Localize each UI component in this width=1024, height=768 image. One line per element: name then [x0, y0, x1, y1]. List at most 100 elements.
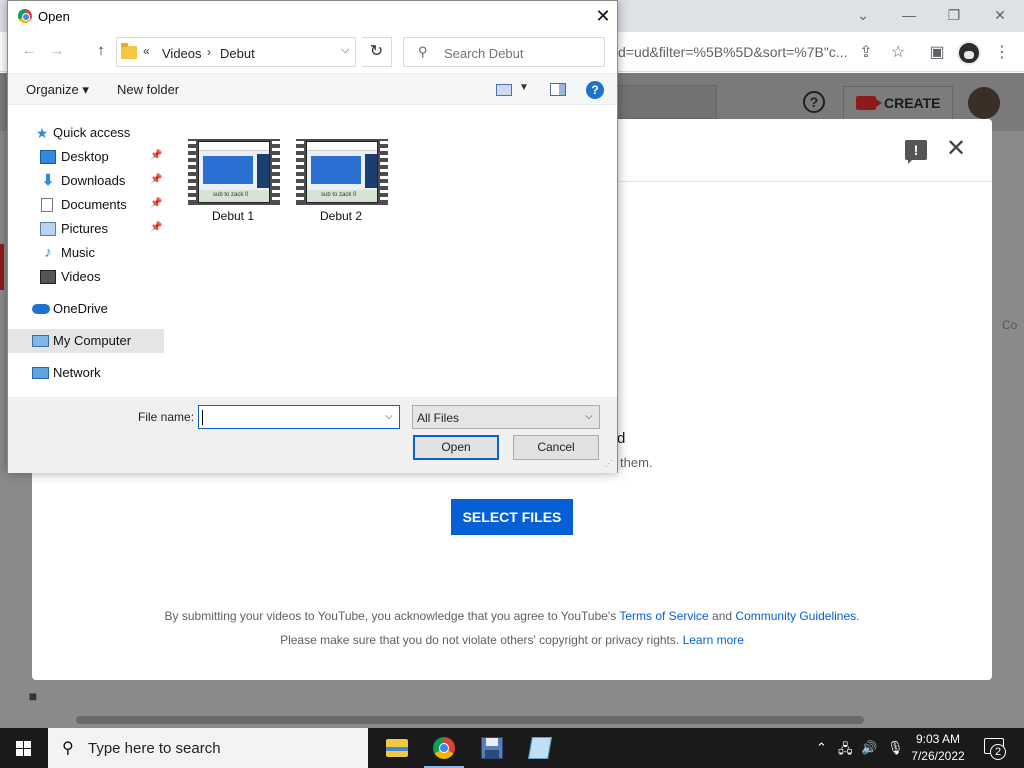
chevron-down-icon[interactable]: ⌵: [341, 44, 349, 57]
channel-avatar[interactable]: [968, 87, 1000, 119]
nav-item-quick-access[interactable]: ★ Quick access: [8, 121, 164, 145]
clock-date[interactable]: 7/26/2022: [905, 749, 971, 763]
chevron-up-icon[interactable]: ⌃: [816, 740, 827, 756]
terms-of-service-link[interactable]: Terms of Service: [619, 609, 708, 623]
nav-item-desktop[interactable]: Desktop 📌: [8, 145, 164, 169]
address-bar[interactable]: « Videos › Debut ⌵: [116, 37, 356, 67]
change-view-icon[interactable]: [496, 84, 512, 96]
bookmark-star-icon[interactable]: ☆: [887, 42, 909, 64]
command-bar: Organize ▾ New folder ▼ ?: [8, 73, 617, 105]
youtube-search-box[interactable]: [617, 85, 717, 119]
report-icon[interactable]: !: [905, 140, 927, 164]
feedback-icon[interactable]: ■: [24, 688, 42, 706]
nav-item-network[interactable]: Network: [8, 361, 164, 385]
share-icon[interactable]: ⇪: [855, 42, 877, 64]
notification-count-badge: 2: [990, 744, 1006, 760]
select-files-button[interactable]: SELECT FILES: [451, 499, 573, 535]
notepad-app-button[interactable]: [516, 728, 564, 768]
drag-and-drop-heading: d: [617, 430, 626, 447]
resize-grip-icon[interactable]: ⋰: [605, 459, 615, 469]
desktop-icon: [40, 150, 56, 164]
side-text: Co: [1002, 318, 1018, 332]
chevron-down-icon[interactable]: ⌄: [851, 4, 875, 26]
new-folder-button[interactable]: New folder: [117, 82, 179, 97]
help-icon[interactable]: ?: [586, 81, 604, 99]
dialog-title-bar[interactable]: Open ✕: [8, 1, 617, 31]
close-icon[interactable]: ✕: [944, 137, 968, 161]
clock-time[interactable]: 9:03 AM: [905, 732, 971, 746]
file-type-select[interactable]: All Files ⌵: [412, 405, 600, 429]
cancel-button[interactable]: Cancel: [513, 435, 599, 460]
file-explorer-icon: [386, 739, 408, 757]
close-icon[interactable]: ✕: [592, 5, 614, 27]
thumbnail-caption: sub to zack 0: [213, 192, 249, 198]
video-camera-icon: [856, 96, 882, 110]
network-tray-icon[interactable]: 🖧: [838, 740, 853, 762]
create-button[interactable]: CREATE: [843, 86, 953, 120]
legal-notice: By submitting your videos to YouTube, yo…: [0, 609, 1024, 623]
nav-item-documents[interactable]: Documents 📌: [8, 193, 164, 217]
nav-label: Videos: [61, 269, 101, 284]
chevron-down-icon[interactable]: ▼: [519, 82, 529, 93]
organize-button[interactable]: Organize ▾: [26, 82, 89, 98]
nav-item-pictures[interactable]: Pictures 📌: [8, 217, 164, 241]
preview-pane-icon[interactable]: [550, 83, 566, 96]
chrome-taskbar-button[interactable]: [420, 728, 468, 768]
profile-avatar[interactable]: [957, 41, 981, 65]
forward-arrow-icon[interactable]: →: [48, 42, 66, 60]
breadcrumb-item[interactable]: Videos: [162, 46, 202, 61]
file-name-input[interactable]: [203, 409, 379, 425]
side-panel-icon[interactable]: ▣: [926, 42, 948, 64]
nav-item-music[interactable]: ♪ Music: [8, 241, 164, 265]
open-file-dialog: Open ✕ ← → ↑ « Videos › Debut ⌵ ↻ ⚲ Orga…: [7, 0, 618, 473]
windows-logo-icon: [16, 741, 23, 748]
floppy-disk-icon: [481, 737, 503, 759]
up-arrow-icon[interactable]: ↑: [92, 42, 110, 60]
file-name-field[interactable]: ⌵: [198, 405, 400, 429]
open-button[interactable]: Open: [413, 435, 499, 460]
nav-item-my-computer[interactable]: My Computer: [8, 329, 164, 353]
nav-label: Downloads: [61, 173, 126, 188]
star-icon: ★: [35, 125, 49, 141]
save-app-button[interactable]: [468, 728, 516, 768]
refresh-icon[interactable]: ↻: [362, 37, 392, 67]
nav-item-downloads[interactable]: ⬇ Downloads 📌: [8, 169, 164, 193]
navigation-bar: ← → ↑ « Videos › Debut ⌵ ↻ ⚲: [8, 34, 617, 70]
file-item[interactable]: sub to zack 0 Debut 2: [293, 137, 389, 227]
help-icon[interactable]: ?: [803, 91, 825, 113]
breadcrumb-overflow[interactable]: «: [143, 44, 150, 58]
notepad-icon: [528, 737, 552, 759]
volume-icon[interactable]: 🔊: [861, 740, 877, 756]
breadcrumb-separator[interactable]: ›: [207, 45, 211, 59]
search-input[interactable]: [444, 44, 594, 62]
chrome-icon: [433, 737, 455, 759]
nav-item-onedrive[interactable]: OneDrive: [8, 297, 164, 321]
restore-icon[interactable]: ❐: [942, 4, 966, 26]
chrome-logo-icon: [18, 9, 32, 23]
back-arrow-icon[interactable]: ←: [20, 42, 38, 60]
search-box[interactable]: ⚲: [403, 37, 605, 67]
nav-item-videos[interactable]: Videos: [8, 265, 164, 289]
pin-icon: 📌: [150, 222, 163, 233]
close-icon[interactable]: ✕: [988, 4, 1012, 26]
learn-more-link[interactable]: Learn more: [683, 633, 744, 647]
copyright-notice: Please make sure that you do not violate…: [0, 633, 1024, 647]
community-guidelines-link[interactable]: Community Guidelines: [735, 609, 856, 623]
breadcrumb-item[interactable]: Debut: [220, 46, 255, 61]
more-menu-icon[interactable]: ⋮: [991, 42, 1013, 64]
file-name: Debut 1: [211, 209, 255, 223]
pin-icon: 📌: [150, 198, 163, 209]
dialog-title: Open: [38, 9, 70, 24]
file-explorer-button[interactable]: [372, 728, 420, 768]
chevron-down-icon[interactable]: ⌵: [385, 411, 393, 422]
address-bar-url[interactable]: d=ud&filter=%5B%5D&sort=%7B"c...: [618, 44, 847, 60]
nav-label: Quick access: [53, 125, 131, 140]
horizontal-scrollbar[interactable]: [76, 716, 864, 724]
file-item[interactable]: sub to zack 0 Debut 1: [185, 137, 281, 227]
minimize-icon[interactable]: —: [897, 4, 921, 26]
start-button[interactable]: [0, 728, 48, 768]
taskbar-search-box[interactable]: ⚲ Type here to search: [48, 728, 368, 768]
microphone-icon[interactable]: 🎙: [887, 740, 904, 756]
music-note-icon: ♪: [44, 244, 52, 261]
chevron-down-icon: ⌵: [585, 411, 593, 422]
